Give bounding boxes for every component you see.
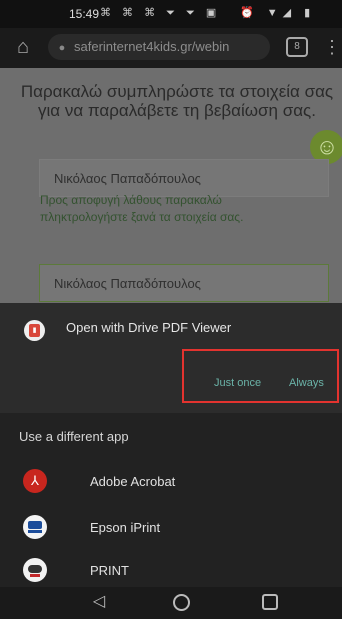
epson-iprint-icon	[23, 515, 47, 539]
open-with-sheet: ▮ Open with Drive PDF Viewer Just once A…	[0, 303, 342, 587]
drive-pdf-viewer-icon: ▮	[24, 320, 45, 341]
canon-print-icon	[23, 558, 47, 582]
home-circle-icon[interactable]	[173, 594, 190, 611]
use-different-app-heading: Use a different app	[19, 429, 129, 444]
recents-icon[interactable]	[262, 594, 278, 610]
tab-switcher-button[interactable]: 8	[286, 37, 308, 57]
back-icon[interactable]: ◁	[89, 592, 109, 612]
app-label: Adobe Acrobat	[90, 474, 176, 489]
more-menu-icon[interactable]: ⋮	[323, 36, 341, 58]
app-option-epson-iprint[interactable]: Epson iPrint	[0, 507, 342, 547]
default-app-section: ▮ Open with Drive PDF Viewer Just once A…	[0, 303, 342, 413]
app-label: PRINT	[90, 563, 129, 578]
status-bar: 15:49 ⌘ ⌘ ⌘ ⏷ ⏷ ▣ ⏰ ▼◢ ▮	[0, 0, 342, 28]
just-once-button[interactable]: Just once	[214, 377, 261, 389]
system-icons: ⏰ ▼◢ ▮	[240, 7, 316, 19]
notification-icons: ⌘ ⌘ ⌘ ⏷ ⏷ ▣	[100, 7, 221, 19]
app-label: Epson iPrint	[90, 520, 161, 535]
app-option-adobe-acrobat[interactable]: ⅄ Adobe Acrobat	[0, 461, 342, 501]
always-button[interactable]: Always	[289, 377, 324, 389]
app-option-print[interactable]: PRINT	[0, 550, 342, 590]
url-bar[interactable]: ● saferinternet4kids.gr/webin	[48, 34, 270, 60]
adobe-acrobat-icon: ⅄	[23, 469, 47, 493]
status-time: 15:49	[69, 7, 100, 21]
url-text: saferinternet4kids.gr/webin	[74, 39, 230, 54]
page-intro-text: Παρακαλώ συμπληρώστε τα στοιχεία σας για…	[20, 82, 334, 120]
browser-toolbar: ⌂ ● saferinternet4kids.gr/webin 8 ⋮	[0, 28, 342, 68]
retype-warning-text: Προς αποφυγή λάθους παρακαλώ πληκτρολογή…	[40, 193, 244, 224]
open-with-title: Open with Drive PDF Viewer	[66, 320, 232, 335]
system-nav-bar: ◁	[0, 587, 342, 619]
name-confirm-field[interactable]: Νικόλαος Παπαδόπουλος	[39, 264, 329, 302]
lock-icon: ●	[58, 42, 66, 54]
pdf-icon: ▮	[29, 324, 40, 337]
highlight-box	[182, 349, 339, 403]
home-icon[interactable]: ⌂	[12, 36, 34, 58]
